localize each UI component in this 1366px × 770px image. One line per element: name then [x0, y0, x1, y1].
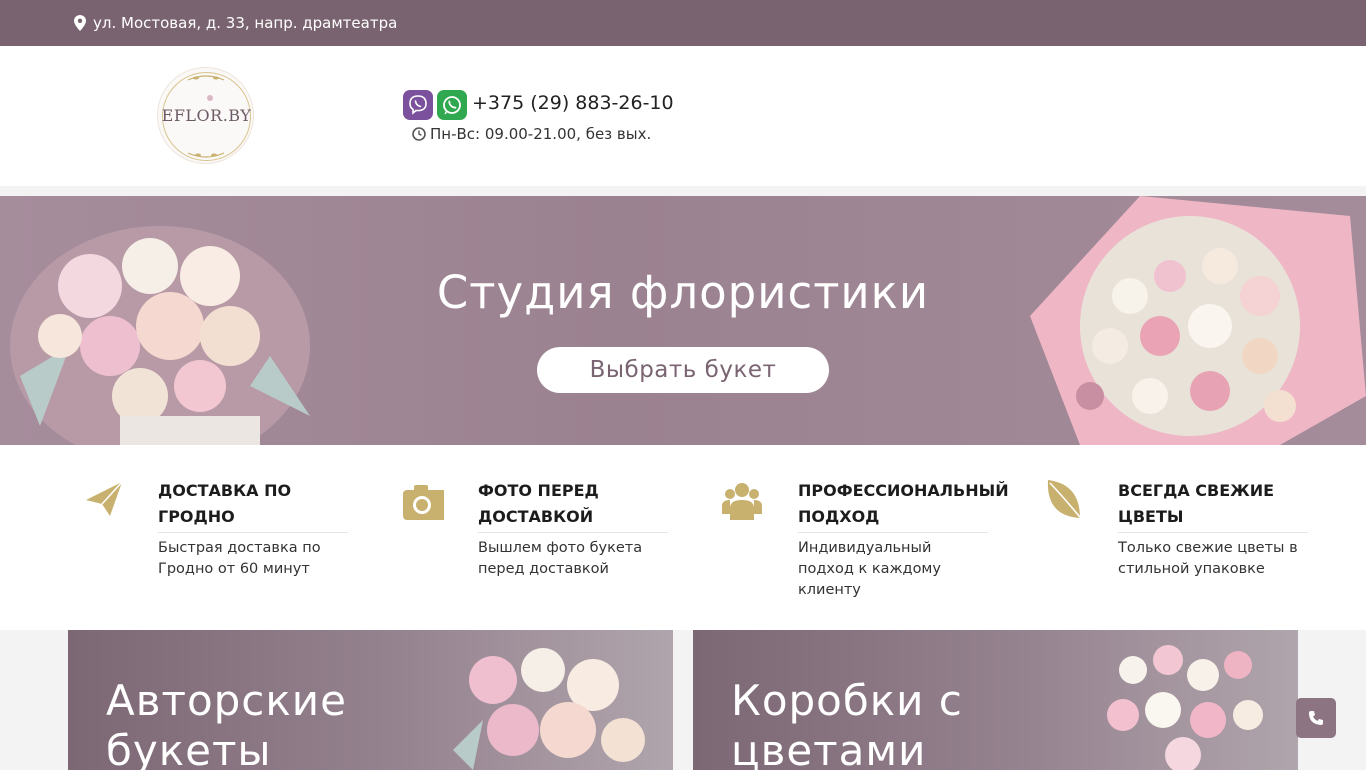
- leaf-icon: [1047, 480, 1084, 522]
- bouquet-right-image: [1030, 196, 1366, 445]
- feature-description: Вышлем фото букета перед доставкой: [478, 540, 643, 577]
- feature-divider: [158, 532, 348, 533]
- users-icon: [722, 483, 762, 520]
- logo-text: EFLOR.BY: [161, 106, 252, 125]
- working-hours: Пн-Вс: 09.00-21.00, без вых.: [430, 125, 652, 143]
- feature-divider: [798, 532, 988, 533]
- feature-title: ДОСТАВКА ПО ГРОДНО: [158, 481, 292, 526]
- viber-button[interactable]: [403, 90, 433, 120]
- feature-description: Быстрая доставка по Гродно от 60 минут: [158, 540, 321, 577]
- choose-bouquet-button[interactable]: Выбрать букет: [537, 347, 829, 393]
- hero-banner: Студия флористики Выбрать букет: [0, 196, 1366, 445]
- feature-description: Только свежие цветы в стильной упаковке: [1118, 540, 1298, 577]
- map-pin-icon: [74, 15, 86, 31]
- bouquet-left-image: [10, 226, 310, 445]
- top-bar: ул. Мостовая, д. 33, напр. драмтеатра: [0, 0, 1366, 46]
- flower-box-card-image: [1107, 645, 1263, 770]
- paper-plane-icon: [86, 481, 123, 516]
- bouquet-card-image: [453, 648, 645, 770]
- feature-title: ФОТО ПЕРЕД ДОСТАВКОЙ: [478, 481, 599, 526]
- phone-icon: [1309, 711, 1323, 725]
- feature-title: ПРОФЕССИОНАЛЬНЫЙ ПОДХОД: [798, 481, 1009, 526]
- category-card-flower-boxes[interactable]: Коробки с цветами: [693, 630, 1298, 770]
- feature-divider: [1118, 532, 1308, 533]
- viber-icon: [409, 95, 427, 115]
- category-card-author-bouquets[interactable]: Авторские букеты: [68, 630, 673, 770]
- camera-icon: [403, 485, 444, 520]
- category-title: Авторские букеты: [106, 676, 347, 770]
- category-title: Коробки с цветами: [731, 676, 963, 770]
- site-logo[interactable]: EFLOR.BY: [157, 67, 254, 164]
- site-header: EFLOR.BY +375 (29) 883-26-10 Пн-Вс: 09.0…: [0, 46, 1366, 186]
- features-section: ДОСТАВКА ПО ГРОДНО Быстрая доставка по Г…: [0, 445, 1366, 630]
- address-text: ул. Мостовая, д. 33, напр. драмтеатра: [93, 14, 398, 32]
- feature-divider: [478, 532, 668, 533]
- phone-number[interactable]: +375 (29) 883-26-10: [472, 91, 674, 115]
- feature-description: Индивидуальный подход к каждому клиенту: [798, 540, 941, 598]
- feature-title: ВСЕГДА СВЕЖИЕ ЦВЕТЫ: [1118, 481, 1275, 526]
- whatsapp-icon: [443, 96, 461, 115]
- whatsapp-button[interactable]: [437, 90, 467, 120]
- clock-icon: [412, 127, 426, 141]
- call-back-button[interactable]: [1296, 698, 1336, 738]
